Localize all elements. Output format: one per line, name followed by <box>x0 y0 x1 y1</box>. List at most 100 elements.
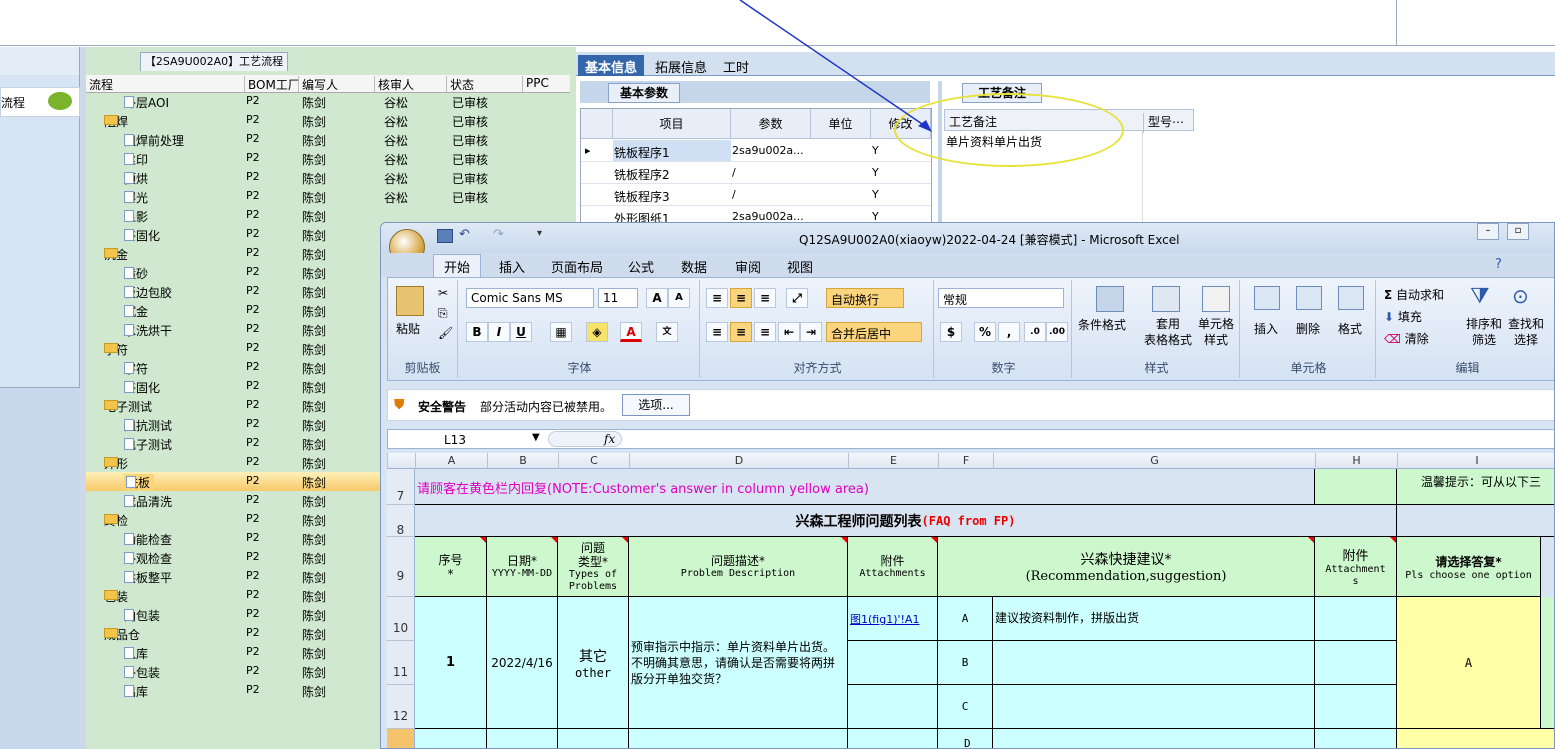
cell-recommendation[interactable] <box>993 641 1315 685</box>
decrease-indent-icon[interactable]: ⇤ <box>778 322 800 342</box>
row-header[interactable]: 11 <box>387 641 415 685</box>
increase-indent-icon[interactable]: ⇥ <box>800 322 822 342</box>
tree-row[interactable]: −阻焊 P2 陈剑 谷松 已审核 <box>86 111 570 130</box>
align-top-icon[interactable]: ≡ <box>706 288 728 308</box>
cell[interactable] <box>848 729 938 748</box>
bold-icon[interactable]: B <box>466 322 488 342</box>
cell-option[interactable]: B <box>938 641 993 685</box>
table-format-button[interactable]: 套用 表格格式 <box>1144 316 1192 348</box>
cell[interactable] <box>415 729 487 748</box>
find-select-button[interactable]: 查找和 选择 <box>1508 316 1544 348</box>
cell-type[interactable]: 其它 other <box>558 597 629 729</box>
header-description[interactable]: 问题描述* Problem Description <box>629 537 848 597</box>
cell-answer[interactable]: A <box>1397 597 1541 729</box>
nav-item-process[interactable]: 流程 <box>0 87 80 117</box>
row-header[interactable]: 8 <box>387 505 415 537</box>
row-header[interactable]: 7 <box>387 469 415 505</box>
title-cell[interactable]: 兴森工程师问题列表 (FAQ from FP) <box>415 505 1397 537</box>
tab-home[interactable]: 开始 <box>433 254 482 277</box>
tree-node[interactable]: 板边包胶 <box>124 284 172 301</box>
save-icon[interactable] <box>437 229 453 243</box>
tree-node[interactable]: 功能检查 <box>124 531 172 548</box>
tab-page-layout[interactable]: 页面布局 <box>551 257 603 276</box>
cell-date[interactable]: 2022/4/16 <box>487 597 558 729</box>
tree-node[interactable]: 外观检查 <box>124 550 172 567</box>
cell[interactable] <box>848 469 1315 505</box>
row-header[interactable]: 12 <box>387 685 415 729</box>
tree-row[interactable]: 预烘 P2 陈剑 谷松 已审核 <box>86 168 570 187</box>
fill-color-icon[interactable]: ◈ <box>586 322 608 342</box>
conditional-format-button[interactable]: 条件格式 <box>1078 316 1126 333</box>
col-header-reviewer[interactable]: 核审人 <box>374 76 414 92</box>
format-painter-icon[interactable]: 🖌 <box>438 326 453 340</box>
comma-icon[interactable]: , <box>998 322 1020 342</box>
name-box-dropdown-icon[interactable]: ▼ <box>532 432 540 443</box>
tree-node[interactable]: 阻焊前处理 <box>124 132 184 149</box>
attachment-link[interactable]: 图1(fig1)'!A1 <box>850 611 919 627</box>
cell[interactable] <box>993 729 1315 748</box>
tree-row[interactable]: 阻焊前处理 P2 陈剑 谷松 已审核 <box>86 130 570 149</box>
decrease-decimal-icon[interactable]: .00 <box>1046 322 1068 342</box>
column-header[interactable]: C <box>558 453 629 469</box>
tree-node[interactable]: 阻抗测试 <box>124 417 172 434</box>
italic-icon[interactable]: I <box>488 322 510 342</box>
cell[interactable] <box>629 729 848 748</box>
tab-work-hours[interactable]: 工时 <box>716 55 756 76</box>
tree-node[interactable]: −字符 <box>104 341 128 358</box>
tree-node[interactable]: −沉金 <box>104 246 128 263</box>
tree-node[interactable]: 外层AOI <box>124 94 169 111</box>
tree-node[interactable]: 喷砂 <box>124 265 148 282</box>
params-row[interactable]: 铣板程序3 / Y <box>581 184 931 206</box>
header-attachments[interactable]: 附件 Attachments <box>848 537 938 597</box>
number-format-box[interactable]: 常规 <box>938 288 1064 308</box>
paste-button[interactable]: 粘贴 <box>396 320 420 337</box>
column-header[interactable]: B <box>487 453 558 469</box>
cell-option[interactable]: A <box>938 597 993 641</box>
header-date[interactable]: 日期* YYYY-MM-DD <box>487 537 558 597</box>
tab-review[interactable]: 审阅 <box>735 257 761 276</box>
param-item[interactable]: 铣板程序3 <box>614 188 670 205</box>
param-modify[interactable]: Y <box>872 188 879 201</box>
cell-option[interactable]: C <box>938 685 993 729</box>
header-recommendation[interactable]: 兴森快捷建议* (Recommendation,suggestion) <box>938 537 1315 597</box>
tree-node[interactable]: −终检 <box>104 512 128 529</box>
model-col-header[interactable]: 型号⋯ <box>1143 113 1184 133</box>
delete-button[interactable]: 删除 <box>1296 320 1320 337</box>
header-attachments-2[interactable]: 附件 Attachment s <box>1315 537 1397 597</box>
tree-node[interactable]: −阻焊 <box>104 113 128 130</box>
merge-center-button[interactable]: 合并后居中 <box>826 322 922 342</box>
tree-node[interactable]: −外形 <box>104 455 128 472</box>
cell[interactable] <box>1315 469 1397 505</box>
params-row[interactable]: 铣板程序2 / Y <box>581 162 931 184</box>
cell-recommendation[interactable]: 建议按资料制作，拼版出货 <box>993 597 1315 641</box>
increase-decimal-icon[interactable]: .0 <box>1024 322 1046 342</box>
header-answer[interactable]: 请选择答复* Pls choose one option <box>1397 537 1541 597</box>
orientation-icon[interactable]: ⤢ <box>786 288 808 308</box>
redo-icon[interactable]: ↷ <box>493 227 504 242</box>
col-header-item[interactable]: 项目 <box>613 109 731 139</box>
fill-button[interactable]: ⬇ 填充 <box>1384 308 1422 325</box>
cell[interactable] <box>848 685 938 729</box>
param-value[interactable]: / <box>732 188 736 201</box>
tree-node[interactable]: 曝光 <box>124 189 148 206</box>
tree-node[interactable]: 丝印 <box>124 151 148 168</box>
grow-font-icon[interactable]: A <box>646 288 668 308</box>
sort-filter-button[interactable]: 排序和 筛选 <box>1466 316 1502 348</box>
tree-node[interactable]: 字符 <box>124 360 148 377</box>
cell[interactable] <box>1315 597 1397 641</box>
tree-node[interactable]: 电子测试 <box>124 436 172 453</box>
col-header-bom[interactable]: BOM工厂 <box>244 76 300 92</box>
tree-node[interactable]: 外包装 <box>124 664 160 681</box>
column-header[interactable]: F <box>938 453 993 469</box>
header-seq[interactable]: 序号 * <box>415 537 487 597</box>
cell[interactable] <box>558 729 629 748</box>
tree-node[interactable]: −包装 <box>104 588 128 605</box>
cell[interactable] <box>1315 729 1397 748</box>
column-header[interactable]: G <box>993 453 1315 469</box>
params-row[interactable]: ▸ 铣板程序1 2sa9u002a... Y <box>581 140 931 162</box>
minimize-icon[interactable]: – <box>1477 223 1499 240</box>
tree-node[interactable]: 铣板 <box>124 474 155 491</box>
tree-node[interactable]: 终固化 <box>124 227 160 244</box>
header-type[interactable]: 问题 类型* Types of Problems <box>558 537 629 597</box>
align-middle-icon[interactable]: ≡ <box>730 288 752 308</box>
